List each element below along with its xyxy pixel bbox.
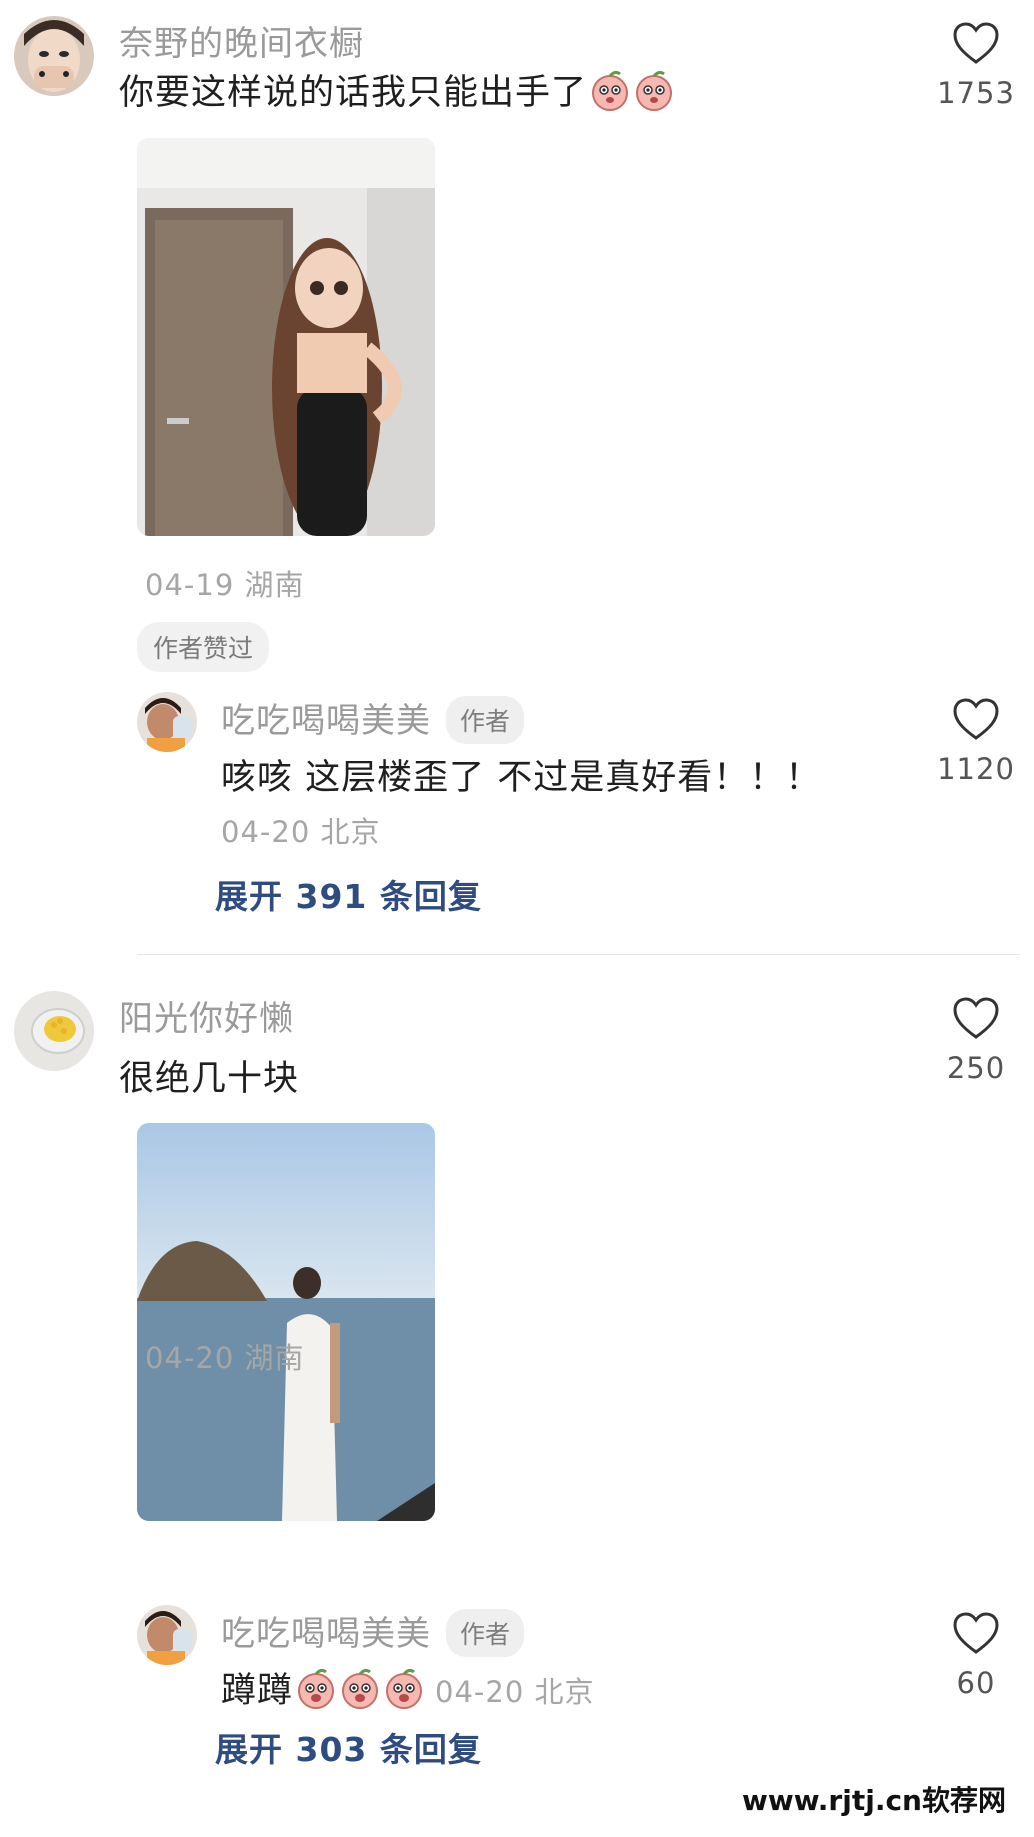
reply-username[interactable]: 吃吃喝喝美美 <box>221 1606 431 1655</box>
reply-like-button[interactable]: 1120 <box>916 698 1034 786</box>
expand-replies-link[interactable]: 展开 391 条回复 <box>215 870 482 918</box>
like-count: 1753 <box>937 76 1015 110</box>
heart-icon <box>953 698 999 740</box>
peach-emoji-icon <box>633 70 675 112</box>
avatar-image <box>137 692 197 752</box>
comment-text: 你要这样说的话我只能出手了 <box>119 64 675 115</box>
author-tag: 作者 <box>446 1609 525 1657</box>
photo-image <box>137 1123 435 1521</box>
comment-username[interactable]: 阳光你好懒 <box>119 991 294 1040</box>
avatar[interactable] <box>14 991 94 1071</box>
comment-photo[interactable] <box>137 1123 435 1521</box>
peach-emoji-icon <box>339 1668 381 1710</box>
reply-avatar[interactable] <box>137 692 197 752</box>
reply-like-count: 1120 <box>937 752 1015 786</box>
reply-avatar[interactable] <box>137 1605 197 1665</box>
peach-emoji-icon <box>589 70 631 112</box>
comment-photo[interactable] <box>137 138 435 536</box>
avatar-image <box>14 991 94 1071</box>
reply-text-body: 蹲蹲 <box>221 1671 294 1711</box>
reply-like-button[interactable]: 60 <box>916 1612 1034 1700</box>
like-button[interactable]: 250 <box>916 997 1034 1085</box>
reply-date-location: 04-20 北京 <box>435 1675 595 1709</box>
comment-date-location: 04-19 湖南 <box>145 568 305 602</box>
watermark: www.rjtj.cn软荐网 <box>741 1784 1006 1817</box>
reply-username[interactable]: 吃吃喝喝美美 <box>221 693 431 742</box>
comment-divider <box>137 954 1020 955</box>
heart-icon <box>953 22 999 64</box>
photo-image <box>137 138 435 536</box>
comment-username[interactable]: 奈野的晚间衣橱 <box>119 16 364 65</box>
like-count: 250 <box>946 1051 1006 1085</box>
comment-item: 阳光你好懒 很绝几十块 250 04-20 湖南 吃吃喝喝美美 作者 蹲蹲 04… <box>0 975 1034 1837</box>
avatar[interactable] <box>14 16 94 96</box>
reply-date-location: 04-20 北京 <box>221 815 381 849</box>
like-button[interactable]: 1753 <box>916 22 1034 110</box>
comment-text-body: 你要这样说的话我只能出手了 <box>119 73 588 113</box>
comment-item: 奈野的晚间衣橱 你要这样说的话我只能出手了 1753 04-19 湖南 作者赞过 <box>0 0 1034 960</box>
author-tag: 作者 <box>446 696 525 744</box>
heart-icon <box>953 997 999 1039</box>
author-liked-badge: 作者赞过 <box>137 622 270 672</box>
reply-text: 蹲蹲 04-20 北京 <box>221 1662 595 1713</box>
comment-date-location: 04-20 湖南 <box>145 1341 305 1375</box>
heart-icon <box>953 1612 999 1654</box>
comment-text: 很绝几十块 <box>119 1059 300 1099</box>
peach-emoji-icon <box>295 1668 337 1710</box>
avatar-image <box>137 1605 197 1665</box>
reply-text: 咳咳 这层楼歪了 不过是真好看！！！ <box>221 758 822 798</box>
reply-like-count: 60 <box>956 1666 996 1700</box>
expand-replies-link[interactable]: 展开 303 条回复 <box>215 1723 482 1771</box>
peach-emoji-icon <box>383 1668 425 1710</box>
avatar-image <box>14 16 94 96</box>
